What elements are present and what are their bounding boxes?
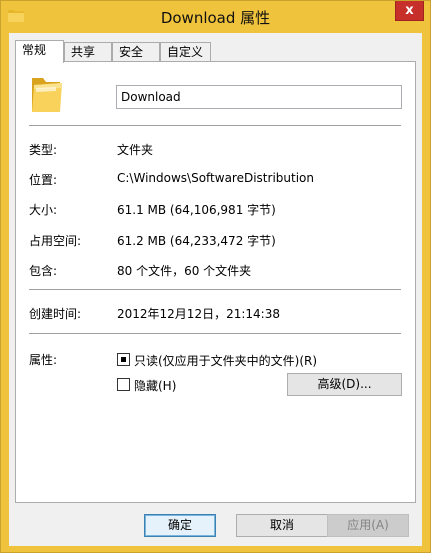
general-panel: Download 类型: 文件夹 位置: C:\Windows\Software…	[15, 61, 416, 503]
location-label: 位置:	[29, 173, 58, 187]
size-on-disk-label: 占用空间:	[29, 234, 82, 248]
attributes-label: 属性:	[29, 353, 58, 367]
close-button[interactable]: x	[395, 1, 424, 21]
created-value: 2012年12月12日，21:14:38	[117, 307, 280, 321]
type-value: 文件夹	[117, 143, 154, 157]
contains-value: 80 个文件，60 个文件夹	[117, 264, 252, 278]
ok-button[interactable]: 确定	[144, 514, 216, 537]
properties-window: Download 属性 x 常规 共享 安全 自定义 Download 类型: …	[0, 0, 431, 553]
tab-sharing[interactable]: 共享	[64, 42, 112, 61]
advanced-button[interactable]: 高级(D)...	[287, 373, 402, 396]
size-label: 大小:	[29, 203, 58, 217]
separator	[29, 125, 401, 126]
readonly-checkbox[interactable]	[117, 353, 130, 366]
tab-security[interactable]: 安全	[112, 42, 160, 61]
contains-label: 包含:	[29, 264, 58, 278]
tab-customize[interactable]: 自定义	[160, 42, 211, 61]
dialog-client: 常规 共享 安全 自定义 Download 类型: 文件夹 位置: C:\Win…	[9, 33, 422, 546]
folder-name-input[interactable]: Download	[116, 85, 402, 109]
cancel-button[interactable]: 取消	[236, 514, 328, 537]
size-value: 61.1 MB (64,106,981 字节)	[117, 203, 276, 217]
location-value: C:\Windows\SoftwareDistribution	[117, 171, 314, 185]
window-title: Download 属性	[160, 9, 271, 27]
separator	[29, 333, 401, 334]
hidden-checkbox[interactable]	[117, 378, 130, 391]
hidden-label[interactable]: 隐藏(H)	[134, 377, 176, 394]
apply-button[interactable]: 应用(A)	[327, 514, 409, 537]
separator	[29, 289, 401, 290]
folder-icon	[32, 78, 62, 112]
readonly-label[interactable]: 只读(仅应用于文件夹中的文件)(R)	[134, 352, 317, 369]
tab-general[interactable]: 常规	[15, 40, 64, 63]
title-bar[interactable]: Download 属性 x	[1, 1, 430, 33]
created-label: 创建时间:	[29, 307, 82, 321]
type-label: 类型:	[29, 143, 58, 157]
size-on-disk-value: 61.2 MB (64,233,472 字节)	[117, 234, 276, 248]
